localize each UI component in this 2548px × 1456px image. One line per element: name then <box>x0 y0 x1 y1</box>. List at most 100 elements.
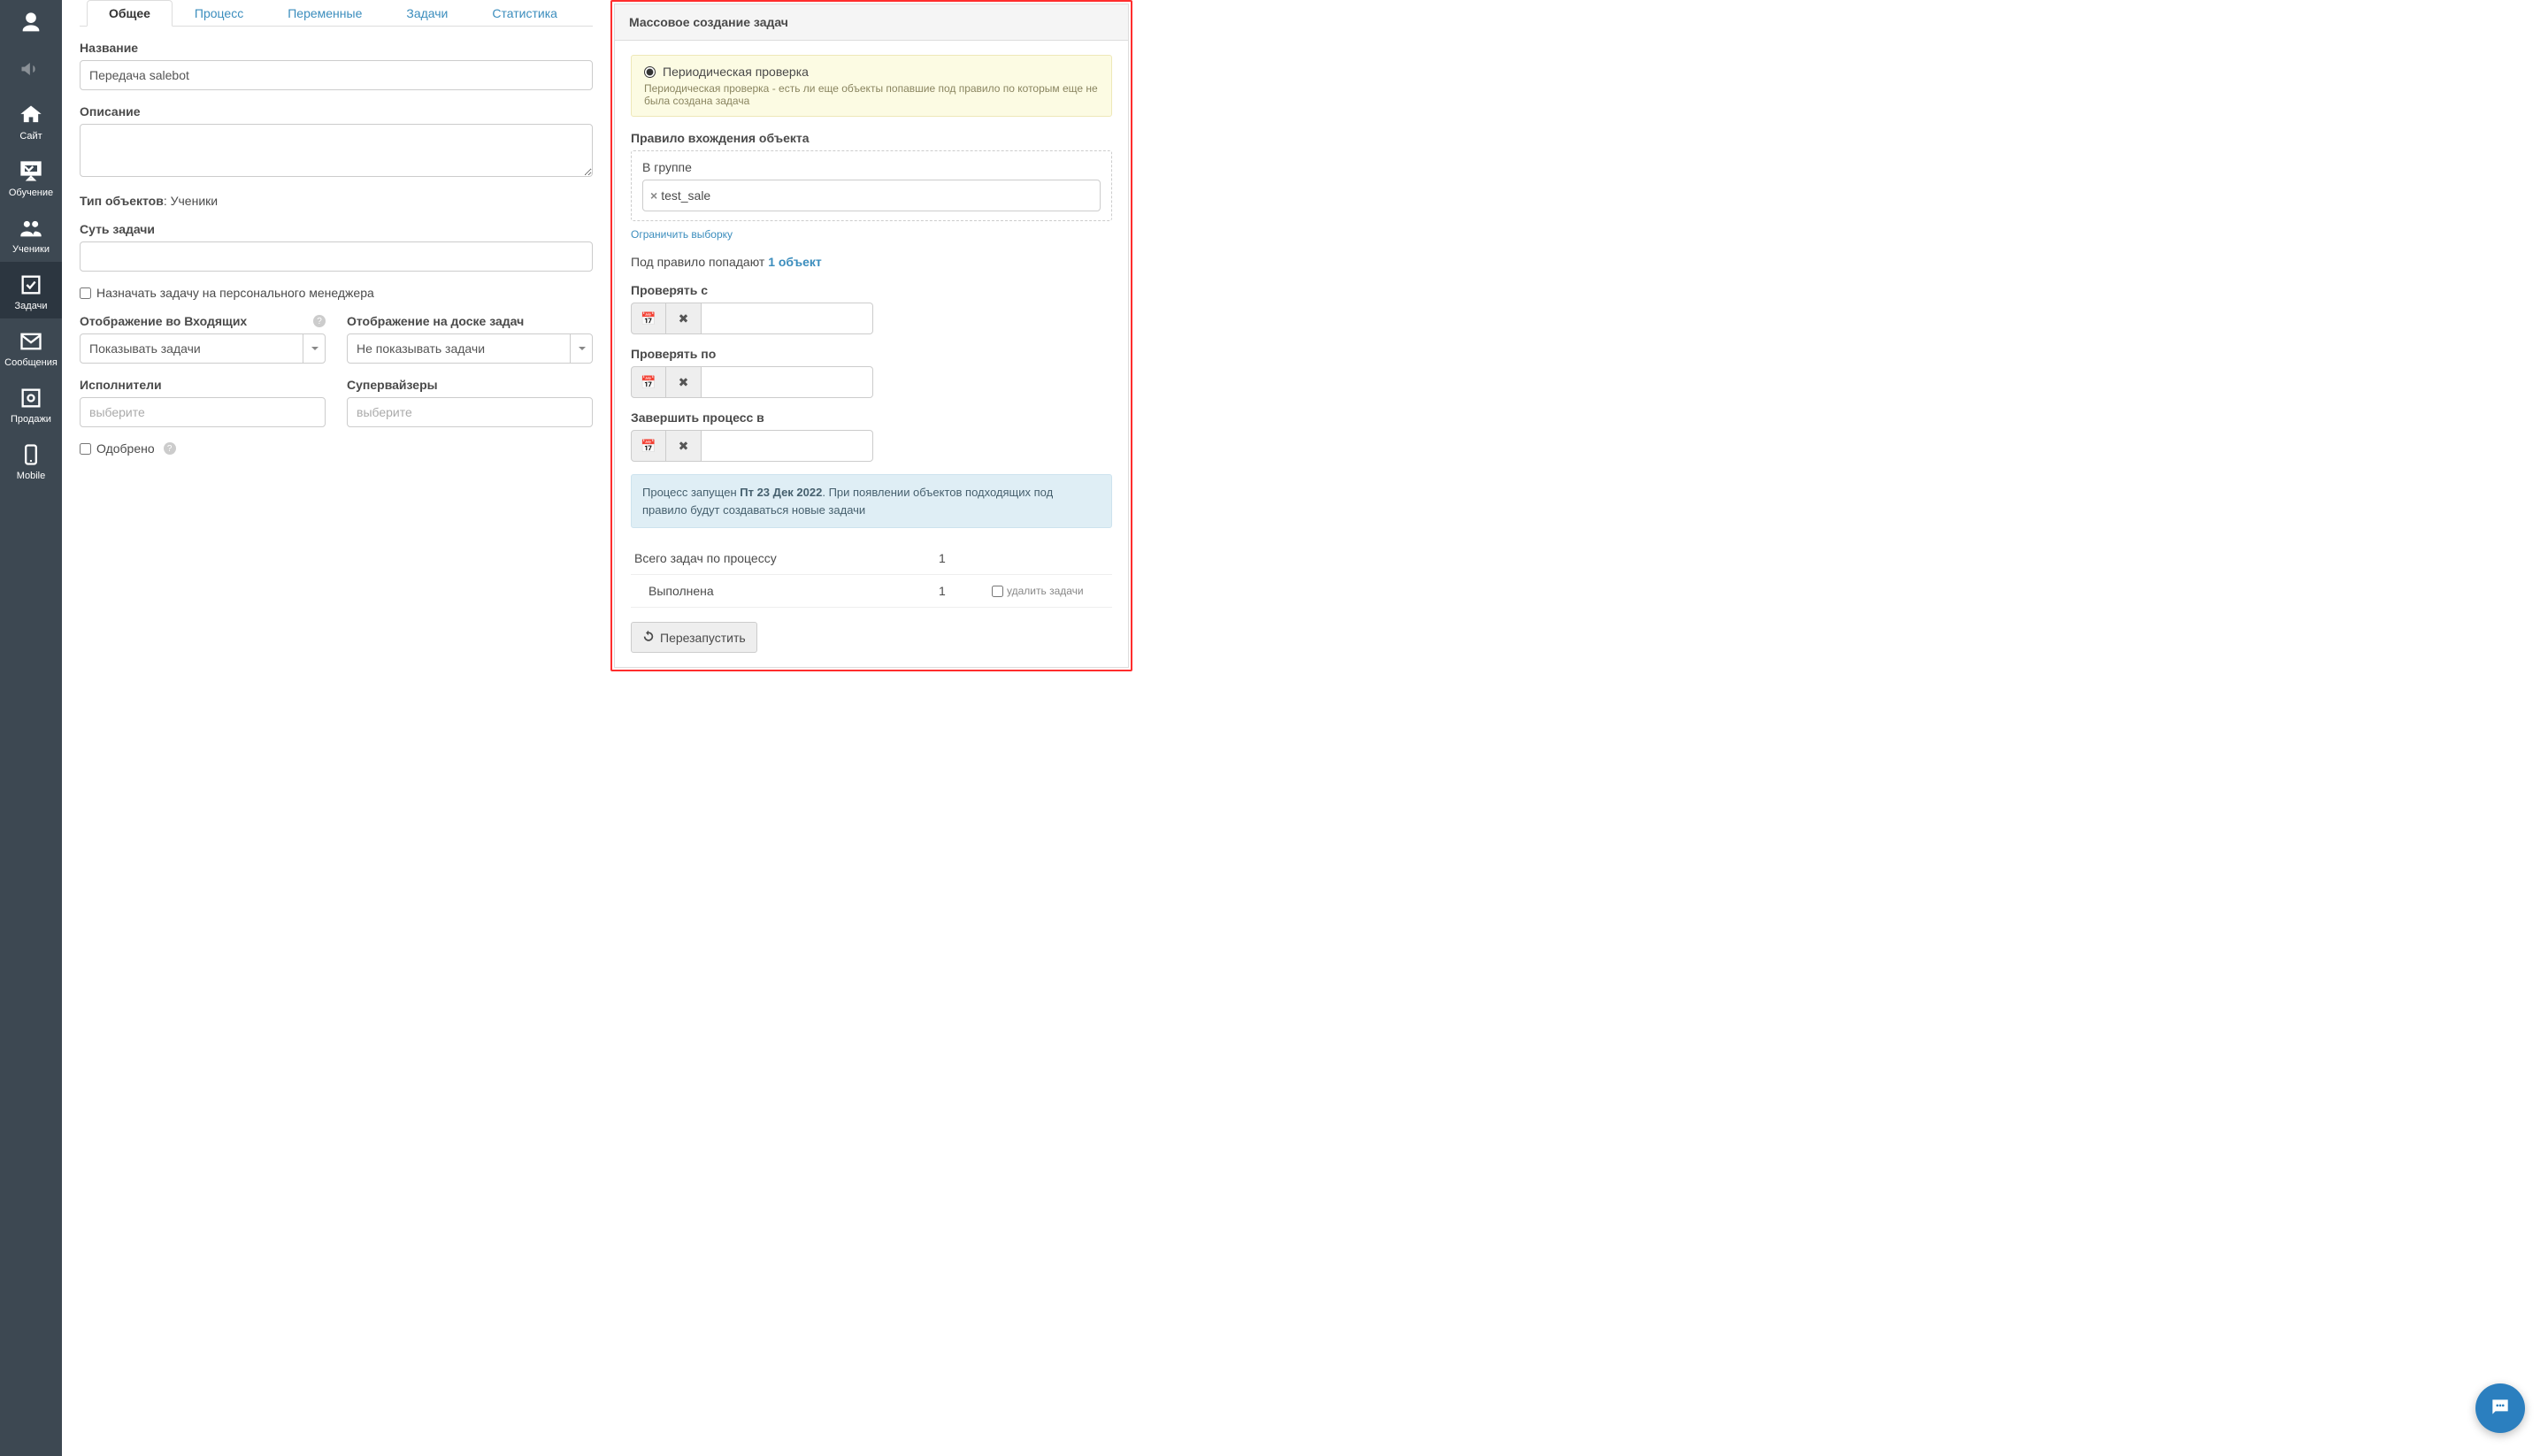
sidebar-item-label: Сообщения <box>4 357 58 368</box>
sidebar-item-sales[interactable]: Продажи <box>0 375 62 432</box>
sidebar-item-students[interactable]: Ученики <box>0 205 62 262</box>
check-from-label: Проверять с <box>631 283 1112 297</box>
name-input[interactable] <box>80 60 593 90</box>
sidebar: Сайт Обучение Ученики Задачи Сообщения <box>0 0 62 1456</box>
total-tasks-value: 1 <box>935 542 988 575</box>
sidebar-item-announce[interactable] <box>0 46 62 92</box>
assign-personal-checkbox[interactable] <box>80 287 91 299</box>
home-icon <box>17 101 45 129</box>
tab-process[interactable]: Процесс <box>173 0 265 27</box>
process-status-alert: Процесс запущен Пт 23 Дек 2022. При появ… <box>631 474 1112 528</box>
limit-link[interactable]: Ограничить выборку <box>631 228 733 241</box>
supervisors-select[interactable]: выберите <box>347 397 593 427</box>
sidebar-item-label: Mobile <box>17 471 45 481</box>
main: Общее Процесс Переменные Задачи Статисти… <box>62 0 2548 1456</box>
tab-general[interactable]: Общее <box>87 0 173 27</box>
calendar-icon: 📅 <box>641 311 656 326</box>
clear-date-button[interactable]: ✖ <box>666 430 702 462</box>
tag-remove-icon[interactable]: × <box>650 188 657 203</box>
sidebar-item-label: Сайт <box>19 131 42 142</box>
chat-fab[interactable] <box>2475 1383 2525 1433</box>
calendar-button[interactable]: 📅 <box>631 366 666 398</box>
tab-tasks[interactable]: Задачи <box>384 0 470 27</box>
sidebar-item-label: Обучение <box>9 188 53 198</box>
close-icon: ✖ <box>679 375 689 390</box>
clear-date-button[interactable]: ✖ <box>666 303 702 334</box>
done-value: 1 <box>935 575 988 608</box>
periodic-desc: Периодическая проверка - есть ли еще объ… <box>644 82 1099 107</box>
rule-hits: Под правило попадают 1 объект <box>631 255 1112 269</box>
rule-box: В группе × test_sale <box>631 150 1112 221</box>
desc-label: Описание <box>80 104 593 119</box>
calendar-icon: 📅 <box>641 375 656 390</box>
restart-button[interactable]: Перезапустить <box>631 622 757 653</box>
check-to-input[interactable] <box>702 366 873 398</box>
supervisors-label: Супервайзеры <box>347 378 593 392</box>
assign-personal-label: Назначать задачу на персонального менедж… <box>96 286 374 300</box>
delete-tasks-checkbox[interactable] <box>992 586 1003 597</box>
calendar-button[interactable]: 📅 <box>631 303 666 334</box>
approved-checkbox[interactable] <box>80 443 91 455</box>
sidebar-item-mobile[interactable]: Mobile <box>0 432 62 488</box>
presentation-icon <box>17 157 45 186</box>
sidebar-item-messages[interactable]: Сообщения <box>0 318 62 375</box>
close-icon: ✖ <box>679 439 689 454</box>
mobile-icon <box>17 441 45 469</box>
essence-input[interactable] <box>80 241 593 272</box>
rule-hits-count[interactable]: 1 объект <box>768 255 822 269</box>
name-label: Название <box>80 41 593 55</box>
tabs: Общее Процесс Переменные Задачи Статисти… <box>80 0 593 27</box>
calendar-icon: 📅 <box>641 439 656 454</box>
rule-label: Правило вхождения объекта <box>631 131 1112 145</box>
periodic-box: Периодическая проверка Периодическая про… <box>631 55 1112 117</box>
envelope-icon <box>17 327 45 356</box>
check-to-label: Проверять по <box>631 347 1112 361</box>
sidebar-item-label: Ученики <box>12 244 50 255</box>
finish-label: Завершить процесс в <box>631 410 1112 425</box>
help-icon[interactable]: ? <box>164 442 176 455</box>
task-summary-table: Всего задач по процессу 1 Выполнена 1 <box>631 542 1112 608</box>
sidebar-item-label: Задачи <box>15 301 48 311</box>
sidebar-item-learning[interactable]: Обучение <box>0 149 62 205</box>
tab-vars[interactable]: Переменные <box>265 0 384 27</box>
rule-tag: × test_sale <box>650 188 710 203</box>
obj-type-label: Тип объектов: Ученики <box>80 194 218 208</box>
assignees-label: Исполнители <box>80 378 326 392</box>
periodic-radio[interactable] <box>644 66 656 78</box>
sidebar-item-site[interactable]: Сайт <box>0 92 62 149</box>
board-display-label: Отображение на доске задач <box>347 314 593 328</box>
chat-icon <box>2489 1396 2512 1422</box>
refresh-icon <box>642 630 655 645</box>
megaphone-icon <box>17 55 45 83</box>
clear-date-button[interactable]: ✖ <box>666 366 702 398</box>
table-row: Выполнена 1 удалить задачи <box>631 575 1112 608</box>
inbox-display-label: Отображение во Входящих <box>80 314 247 328</box>
mass-title: Массовое создание задач <box>615 4 1128 41</box>
table-row: Всего задач по процессу 1 <box>631 542 1112 575</box>
desc-textarea[interactable] <box>80 124 593 177</box>
done-label: Выполнена <box>631 575 935 608</box>
rule-group-label: В группе <box>642 160 1101 174</box>
sidebar-item-tasks[interactable]: Задачи <box>0 262 62 318</box>
assignees-select[interactable]: выберите <box>80 397 326 427</box>
finish-input[interactable] <box>702 430 873 462</box>
close-icon: ✖ <box>679 311 689 326</box>
checkbox-icon <box>17 271 45 299</box>
approved-label: Одобрено <box>96 441 155 456</box>
users-icon <box>17 214 45 242</box>
delete-tasks-label: удалить задачи <box>1007 585 1084 597</box>
inbox-display-select[interactable]: Показывать задачи <box>80 333 326 364</box>
sidebar-item-label: Продажи <box>11 414 51 425</box>
board-display-select[interactable]: Не показывать задачи <box>347 333 593 364</box>
tab-stats[interactable]: Статистика <box>470 0 579 27</box>
avatar-icon <box>17 9 45 37</box>
help-icon[interactable]: ? <box>313 315 326 327</box>
essence-label: Суть задачи <box>80 222 593 236</box>
calendar-button[interactable]: 📅 <box>631 430 666 462</box>
total-tasks-label: Всего задач по процессу <box>631 542 935 575</box>
rule-tag-input[interactable]: × test_sale <box>642 180 1101 211</box>
sidebar-item-avatar[interactable] <box>0 0 62 46</box>
check-from-input[interactable] <box>702 303 873 334</box>
gear-box-icon <box>17 384 45 412</box>
periodic-label: Периодическая проверка <box>663 65 809 79</box>
